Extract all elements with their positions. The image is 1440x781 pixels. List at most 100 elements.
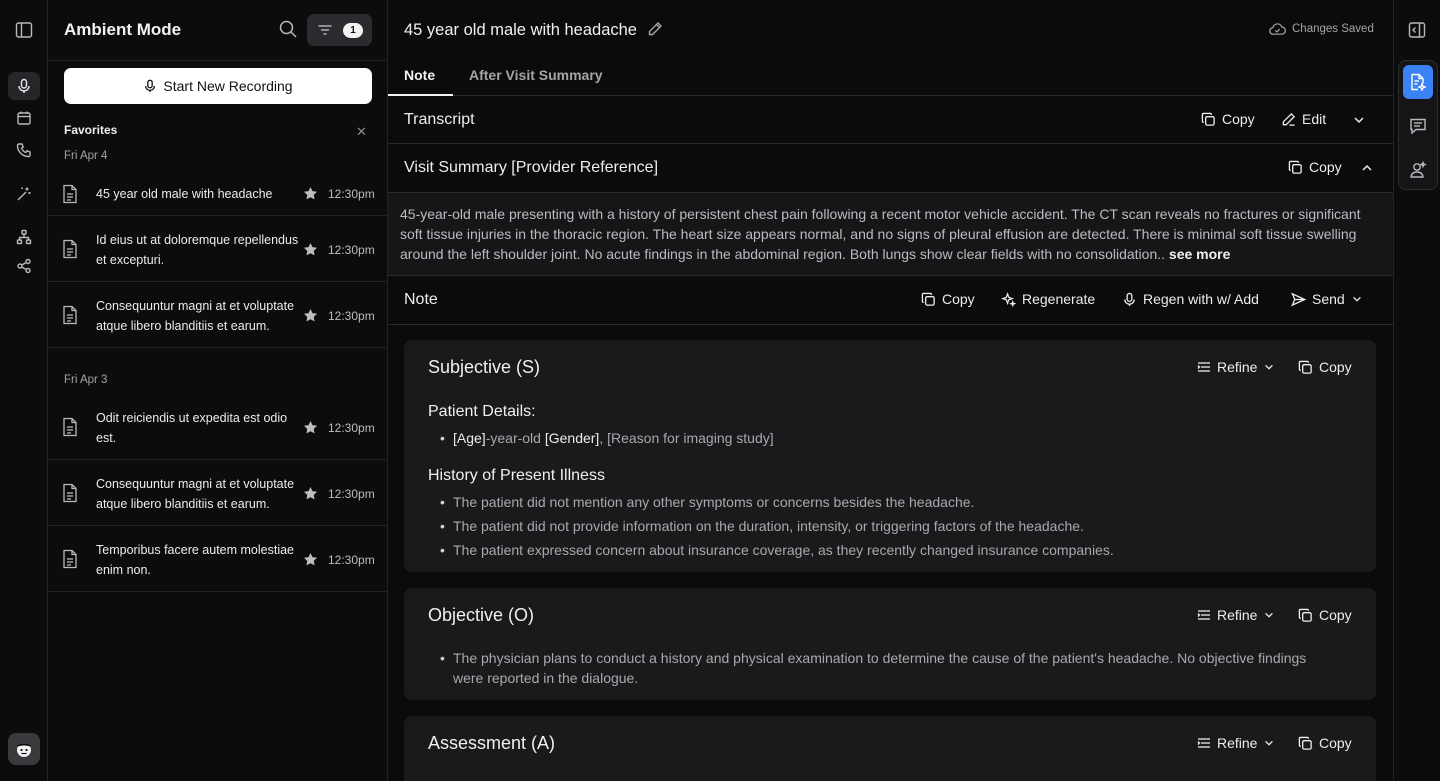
regen-with-add-label: Regen with w/ Add — [1143, 291, 1259, 307]
copy-icon — [921, 292, 936, 307]
calendar-icon[interactable] — [8, 104, 40, 132]
assessment-card: Assessment (A) Refine Copy — [404, 716, 1376, 781]
sidebar-toggle-icon[interactable] — [8, 16, 40, 44]
document-icon — [62, 239, 78, 259]
date-group-label: Fri Apr 4 — [64, 150, 108, 162]
subjective-copy-button[interactable]: Copy — [1298, 359, 1352, 375]
list-item[interactable]: Consequuntur magni at et voluptate atque… — [48, 460, 387, 526]
refine-button[interactable]: Refine — [1197, 735, 1275, 751]
left-rail — [0, 0, 48, 781]
copy-icon — [1298, 736, 1313, 751]
patient-gender-placeholder[interactable]: [Gender] — [545, 430, 599, 446]
chevron-down-icon — [1263, 737, 1275, 749]
send-label: Send — [1312, 291, 1345, 307]
sitemap-icon[interactable] — [8, 223, 40, 251]
visit-summary-copy-button[interactable]: Copy — [1288, 159, 1342, 175]
hpi-item: • The patient expressed concern about ins… — [440, 542, 1114, 558]
star-icon[interactable] — [303, 552, 318, 567]
transcript-section[interactable]: Transcript Copy Edit — [388, 96, 1393, 144]
share-icon[interactable] — [8, 252, 40, 280]
document-icon — [62, 549, 78, 569]
sparkle-icon — [1001, 291, 1016, 307]
send-button[interactable]: Send — [1291, 291, 1363, 307]
assistant-icon[interactable] — [1403, 153, 1433, 187]
subjective-card: Subjective (S) Refine Copy Patient Detai… — [404, 340, 1376, 572]
recordings-panel: Ambient Mode 1 Start New Recording Favor… — [48, 0, 388, 781]
star-icon[interactable] — [303, 486, 318, 501]
transcript-copy-button[interactable]: Copy — [1201, 111, 1255, 127]
filter-button[interactable]: 1 — [307, 14, 372, 46]
note-copy-button[interactable]: Copy — [921, 291, 975, 307]
transcript-edit-button[interactable]: Edit — [1281, 111, 1326, 127]
visit-summary-section[interactable]: Visit Summary [Provider Reference] Copy — [388, 144, 1393, 193]
copy-label: Copy — [1319, 359, 1352, 375]
edit-title-icon[interactable] — [647, 21, 663, 37]
see-more-link[interactable]: see more — [1169, 246, 1230, 262]
copy-label: Copy — [1222, 111, 1255, 127]
copy-label: Copy — [942, 291, 975, 307]
list-item[interactable]: Consequuntur magni at et voluptate atque… — [48, 282, 387, 348]
edit-label: Edit — [1302, 111, 1327, 127]
favorites-label: Favorites — [64, 123, 118, 137]
tab-note[interactable]: Note — [404, 67, 435, 83]
chevron-down-icon — [1263, 361, 1275, 373]
list-item-time: 12:30pm — [328, 421, 375, 435]
list-item[interactable]: Temporibus facere autem molestiae enim n… — [48, 526, 387, 592]
star-icon[interactable] — [303, 420, 318, 435]
tab-after-visit-summary[interactable]: After Visit Summary — [469, 67, 603, 83]
refine-icon — [1197, 360, 1211, 374]
search-icon[interactable] — [278, 19, 298, 39]
list-item-title: Consequuntur magni at et voluptate atque… — [96, 477, 295, 511]
note-title: Note — [404, 291, 438, 308]
list-item[interactable]: Odit reiciendis ut expedita est odio est… — [48, 394, 387, 460]
star-icon[interactable] — [303, 186, 318, 201]
copy-icon — [1288, 160, 1303, 175]
list-item-title: Consequuntur magni at et voluptate atque… — [96, 299, 295, 333]
objective-copy-button[interactable]: Copy — [1298, 607, 1352, 623]
regen-with-add-button[interactable]: Regen with w/ Add — [1122, 291, 1259, 307]
panel-title: Ambient Mode — [64, 20, 182, 39]
close-icon[interactable]: ✕ — [356, 124, 367, 140]
copy-label: Copy — [1319, 735, 1352, 751]
hpi-heading: History of Present Illness — [428, 467, 605, 484]
assistant-tools-group — [1398, 60, 1438, 190]
avatar-icon[interactable] — [8, 733, 40, 765]
list-item-time: 12:30pm — [328, 553, 375, 567]
regenerate-button[interactable]: Regenerate — [1001, 291, 1095, 307]
collapse-panel-icon[interactable] — [1402, 13, 1432, 47]
chat-icon[interactable] — [1403, 109, 1433, 143]
list-item[interactable]: Id eius ut at doloremque repellendus et … — [48, 216, 387, 282]
hpi-item: • The patient did not provide information… — [440, 518, 1084, 534]
list-item-time: 12:30pm — [328, 187, 375, 201]
right-rail — [1393, 0, 1440, 781]
start-recording-button[interactable]: Start New Recording — [64, 68, 372, 104]
document-icon — [62, 483, 78, 503]
star-icon[interactable] — [303, 308, 318, 323]
document-icon — [62, 184, 78, 204]
star-icon[interactable] — [303, 242, 318, 257]
microphone-icon — [143, 79, 157, 93]
send-icon — [1291, 292, 1306, 307]
main-content: 45 year old male with headache Changes S… — [388, 0, 1393, 781]
document-icon — [62, 417, 78, 437]
assessment-copy-button[interactable]: Copy — [1298, 735, 1352, 751]
start-recording-label: Start New Recording — [163, 78, 293, 94]
chevron-down-icon — [1263, 609, 1275, 621]
refine-button[interactable]: Refine — [1197, 607, 1275, 623]
patient-age-placeholder[interactable]: [Age] — [453, 430, 486, 446]
magic-wand-icon[interactable] — [8, 180, 40, 208]
save-status: Changes Saved — [1269, 22, 1374, 36]
phone-icon[interactable] — [8, 136, 40, 164]
ai-document-icon[interactable] — [1403, 65, 1433, 99]
filter-count-badge: 1 — [343, 22, 363, 38]
chevron-up-icon[interactable] — [1360, 161, 1374, 175]
visit-summary-title: Visit Summary [Provider Reference] — [404, 159, 659, 176]
list-item-title: Odit reiciendis ut expedita est odio est… — [96, 411, 288, 445]
refine-button[interactable]: Refine — [1197, 359, 1275, 375]
refine-label: Refine — [1217, 735, 1258, 751]
microphone-icon[interactable] — [8, 72, 40, 100]
chevron-down-icon[interactable] — [1352, 113, 1366, 127]
visit-summary-text: 45-year-old male presenting with a histo… — [400, 204, 1370, 264]
list-item[interactable]: 45 year old male with headache 12:30pm — [48, 172, 387, 216]
app-root: Ambient Mode 1 Start New Recording Favor… — [0, 0, 1440, 781]
